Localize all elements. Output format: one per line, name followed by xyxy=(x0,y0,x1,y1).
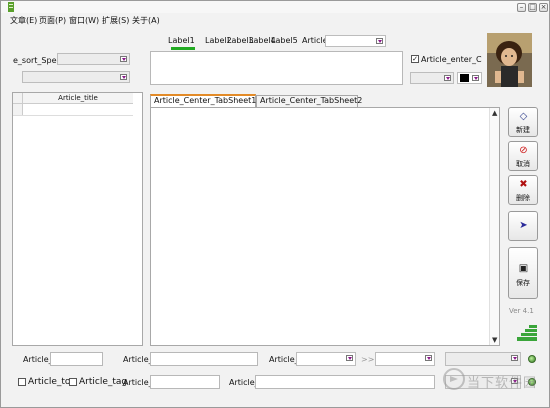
article-target-combo[interactable] xyxy=(375,352,435,366)
chevron-down-icon xyxy=(120,74,127,80)
app-icon xyxy=(8,2,14,12)
avatar xyxy=(487,33,532,87)
cancel-button-label: 取消 xyxy=(516,160,530,168)
article-p-input[interactable] xyxy=(50,352,103,366)
article-enter-checkbox[interactable]: ✓ xyxy=(411,55,419,63)
tab-center-sheet2[interactable]: Article_Center_TabSheet2 xyxy=(256,95,362,107)
summary-textbox[interactable] xyxy=(150,51,403,85)
send-arrow-icon: ➤ xyxy=(519,220,528,231)
table-row[interactable] xyxy=(13,104,133,116)
chevron-down-icon xyxy=(511,355,518,361)
editor-scrollbar[interactable]: ▲ ▼ xyxy=(489,108,499,345)
article-s2-input[interactable] xyxy=(255,375,435,389)
save-button-label: 保存 xyxy=(516,279,530,287)
color-swatch xyxy=(460,74,469,82)
tab-label1[interactable]: Label1 xyxy=(168,36,195,45)
article-extra-combo[interactable] xyxy=(445,352,521,366)
close-button[interactable]: × xyxy=(539,3,548,12)
delete-button-label: 删除 xyxy=(516,194,530,202)
article-a-input[interactable] xyxy=(150,375,220,389)
chevron-down-icon xyxy=(472,75,479,81)
tab-center-sheet1[interactable]: Article_Center_TabSheet1 xyxy=(150,94,256,107)
maximize-button[interactable]: □ xyxy=(528,3,537,12)
floppy-disk-icon: ▣ xyxy=(518,263,529,274)
watermark: 当下软件园 xyxy=(443,365,543,395)
cancel-icon: ⊘ xyxy=(519,145,528,156)
save-button[interactable]: ▣ 保存 xyxy=(508,247,538,299)
tab-label5[interactable]: Label5 xyxy=(271,36,298,45)
active-tab-indicator xyxy=(171,47,195,50)
menu-about[interactable]: 关于(A) xyxy=(132,15,160,26)
chevron-down-icon xyxy=(444,75,451,81)
menu-page[interactable]: 页面(P) xyxy=(39,15,66,26)
chevron-down-icon xyxy=(376,38,383,44)
article-enter-label: Article_enter_C xyxy=(421,55,482,64)
main-window: – □ × 文章(E) 页面(P) 窗口(W) 扩展(S) 关于(A) e_so… xyxy=(0,0,550,408)
sort-order-combo[interactable] xyxy=(22,71,130,83)
delete-icon: ✖ xyxy=(519,179,528,190)
watermark-text: 当下软件园 xyxy=(467,376,538,391)
arrows-label: >> xyxy=(361,355,375,364)
menu-window[interactable]: 窗口(W) xyxy=(69,15,99,26)
version-label: Ver 4.1 xyxy=(509,307,534,315)
article-tag-label: Article_tag xyxy=(79,377,128,387)
article-list-panel[interactable]: Article_title xyxy=(12,92,143,346)
column-header-title[interactable]: Article_title xyxy=(23,93,133,104)
chevron-down-icon xyxy=(425,355,432,361)
menu-extend[interactable]: 扩展(S) xyxy=(102,15,129,26)
article-f-input[interactable] xyxy=(150,352,258,366)
new-button[interactable]: ◇ 新建 xyxy=(508,107,538,137)
row-indicator-header xyxy=(13,93,23,104)
bottom-label-f: Article_ xyxy=(123,355,153,364)
color-picker-combo[interactable] xyxy=(457,72,482,84)
article-editor[interactable]: ▲ ▼ xyxy=(150,107,500,346)
menu-article[interactable]: 文章(E) xyxy=(10,15,37,26)
menu-bar: 文章(E) 页面(P) 窗口(W) 扩展(S) 关于(A) xyxy=(1,14,549,27)
sort-label: e_sort_Spe xyxy=(13,56,57,65)
new-doc-icon: ◇ xyxy=(519,111,528,122)
watermark-logo xyxy=(443,368,465,390)
article-tag-checkbox[interactable] xyxy=(69,378,77,386)
chevron-down-icon xyxy=(346,355,353,361)
cancel-button[interactable]: ⊘ 取消 xyxy=(508,141,538,171)
article-category-combo[interactable] xyxy=(325,35,386,47)
sort-combo[interactable] xyxy=(57,53,130,65)
enter-option-combo[interactable] xyxy=(410,72,454,84)
delete-button[interactable]: ✖ 删除 xyxy=(508,175,538,205)
refresh-icon[interactable] xyxy=(528,355,536,363)
article-s-combo[interactable] xyxy=(296,352,356,366)
send-button[interactable]: ➤ xyxy=(508,211,538,241)
title-bar: – □ × xyxy=(1,1,549,13)
signal-bars-icon xyxy=(517,325,537,341)
chevron-down-icon xyxy=(120,56,127,62)
new-button-label: 新建 xyxy=(516,126,530,134)
minimize-button[interactable]: – xyxy=(517,3,526,12)
article-top-checkbox[interactable] xyxy=(18,378,26,386)
scroll-down-icon[interactable]: ▼ xyxy=(492,336,497,344)
scroll-up-icon[interactable]: ▲ xyxy=(492,109,497,117)
row-indicator xyxy=(13,104,23,115)
